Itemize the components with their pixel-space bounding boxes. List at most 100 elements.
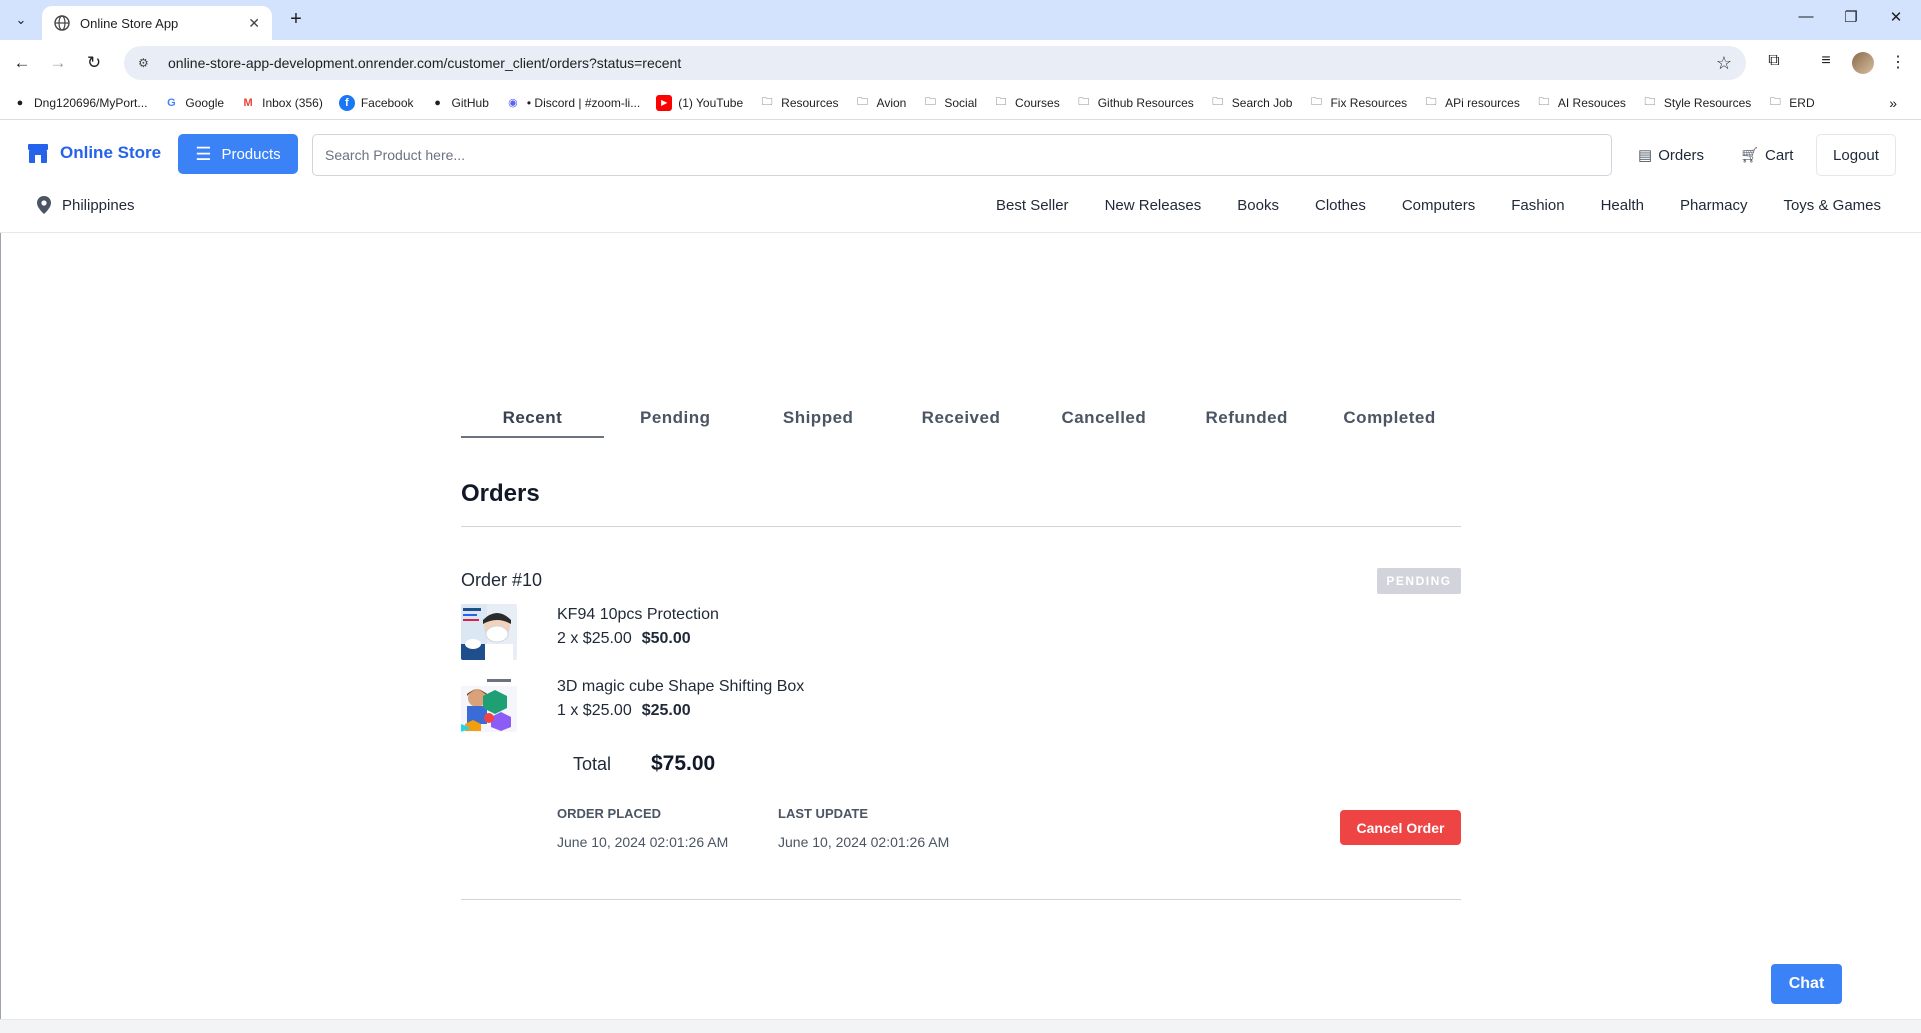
item-subtotal: $50.00 (641, 630, 691, 647)
address-bar[interactable]: ⚙ online-store-app-development.onrender.… (124, 46, 1746, 80)
tab-completed[interactable]: Completed (1318, 400, 1461, 438)
product-image-cube[interactable] (461, 676, 517, 732)
product-qty-price: 1 x $25.00 $25.00 (557, 702, 691, 720)
close-window-icon[interactable]: ✕ (1881, 8, 1911, 26)
tab-cancelled[interactable]: Cancelled (1032, 400, 1175, 438)
bookmark-folder[interactable]: 🗀 Social (922, 95, 977, 111)
bookmark-folder[interactable]: 🗀 Courses (993, 95, 1060, 111)
reload-icon[interactable]: ↻ (82, 51, 106, 75)
bookmark-folder[interactable]: 🗀 Search Job (1210, 95, 1292, 111)
category-toys-games[interactable]: Toys & Games (1783, 197, 1881, 214)
bookmarks-bar: ● Dng120696/MyPort... G Google M Inbox (356… (0, 86, 1921, 120)
folder-icon: 🗀 (1212, 96, 1224, 108)
category-clothes[interactable]: Clothes (1315, 197, 1366, 214)
folder-icon: 🗀 (924, 96, 936, 108)
bookmark-label: Facebook (360, 95, 414, 110)
bookmark-label: ERD (1789, 95, 1815, 110)
cart-link-label: Cart (1765, 146, 1794, 164)
new-tab-icon[interactable]: + (284, 8, 308, 31)
page-title: Orders (461, 480, 540, 507)
last-update-value: June 10, 2024 02:01:26 AM (778, 834, 950, 850)
extensions-icon[interactable]: ⧉ (1762, 52, 1786, 70)
bookmark-item[interactable]: M Inbox (356) (240, 95, 323, 111)
bookmark-item[interactable]: G Google (163, 95, 224, 111)
restore-icon[interactable]: ❐ (1836, 8, 1866, 26)
back-icon[interactable]: ← (10, 51, 34, 75)
close-tab-icon[interactable]: ✕ (248, 15, 260, 32)
bookmark-folder[interactable]: 🗀 ERD (1767, 95, 1815, 111)
category-computers[interactable]: Computers (1402, 197, 1475, 214)
minimize-icon[interactable]: — (1791, 8, 1821, 25)
location-selector[interactable]: Philippines (36, 196, 135, 214)
bookmark-folder[interactable]: 🗀 Style Resources (1642, 95, 1751, 111)
bookmark-label: AI Resouces (1557, 95, 1626, 110)
cart-link[interactable]: 🛒︎ Cart (1740, 146, 1794, 165)
bookmark-label: Style Resources (1663, 95, 1752, 110)
orders-link[interactable]: ▤ Orders (1638, 146, 1704, 165)
cart-icon: 🛒︎ (1740, 147, 1760, 164)
browser-tab[interactable]: Online Store App ✕ (42, 6, 272, 40)
folder-icon: 🗀 (1078, 96, 1090, 108)
category-new-releases[interactable]: New Releases (1105, 197, 1202, 214)
bookmark-star-icon[interactable]: ☆ (1716, 53, 1732, 74)
bookmark-label: Github Resources (1097, 95, 1194, 110)
bookmark-label: Dng120696/MyPort... (34, 95, 148, 110)
qty-price-text: 1 x $25.00 (557, 702, 632, 719)
logout-button[interactable]: Logout (1816, 134, 1896, 176)
folder-icon: 🗀 (761, 96, 773, 108)
bookmark-folder[interactable]: 🗀 APi resources (1423, 95, 1520, 111)
more-menu-icon[interactable]: ⋮ (1886, 52, 1910, 72)
folder-icon: 🗀 (995, 96, 1007, 108)
category-books[interactable]: Books (1237, 197, 1279, 214)
gmail-icon: M (243, 96, 253, 109)
category-best-seller[interactable]: Best Seller (996, 197, 1069, 214)
forward-icon[interactable]: → (46, 51, 70, 75)
bookmark-folder[interactable]: 🗀 Avion (855, 95, 907, 111)
category-fashion[interactable]: Fashion (1511, 197, 1564, 214)
tab-refunded[interactable]: Refunded (1175, 400, 1318, 438)
profile-avatar[interactable] (1852, 52, 1874, 74)
product-qty-price: 2 x $25.00 $50.00 (557, 630, 691, 648)
bookmark-folder[interactable]: 🗀 Github Resources (1076, 95, 1194, 111)
cancel-order-button[interactable]: Cancel Order (1340, 810, 1461, 845)
product-image-mask[interactable] (461, 604, 517, 660)
media-icon[interactable]: ≡ (1814, 52, 1838, 70)
github-icon: ● (16, 96, 24, 109)
product-name[interactable]: 3D magic cube Shape Shifting Box (557, 678, 804, 696)
bookmark-item[interactable]: ● Dng120696/MyPort... (12, 95, 148, 111)
order-item: 3D magic cube Shape Shifting Box 1 x $25… (461, 676, 1261, 734)
site-info-icon[interactable]: ⚙ (138, 56, 156, 70)
bookmark-folder[interactable]: 🗀 AI Resouces (1536, 95, 1626, 111)
github-icon: ● (434, 96, 441, 109)
search-input[interactable] (312, 134, 1612, 176)
bookmark-label: APi resources (1445, 95, 1520, 110)
bookmark-item[interactable]: ▶ (1) YouTube (656, 94, 743, 111)
chat-button[interactable]: Chat (1771, 964, 1842, 1004)
category-pharmacy[interactable]: Pharmacy (1680, 197, 1748, 214)
tab-received[interactable]: Received (890, 400, 1033, 438)
page-bottom-edge (0, 1019, 1921, 1033)
product-name[interactable]: KF94 10pcs Protection (557, 606, 719, 624)
bookmark-item[interactable]: ● GitHub (430, 95, 489, 111)
category-health[interactable]: Health (1601, 197, 1644, 214)
bookmark-label: Google (185, 95, 225, 110)
tab-pending[interactable]: Pending (604, 400, 747, 438)
qty-price-text: 2 x $25.00 (557, 630, 632, 647)
tab-recent[interactable]: Recent (461, 400, 604, 438)
folder-icon: 🗀 (1644, 96, 1656, 108)
bookmark-item[interactable]: ◉ • Discord | #zoom-li... (505, 95, 640, 111)
bookmark-label: Inbox (356) (262, 95, 323, 110)
tab-shipped[interactable]: Shipped (747, 400, 890, 438)
products-button[interactable]: ☰ Products (178, 134, 298, 174)
bookmark-folder[interactable]: 🗀 Fix Resources (1308, 95, 1407, 111)
discord-icon: ◉ (508, 97, 518, 109)
bookmark-label: Avion (876, 95, 907, 110)
divider (461, 526, 1461, 527)
tab-search-icon[interactable]: ⌄ (8, 8, 34, 32)
store-icon (28, 144, 48, 163)
more-bookmarks-icon[interactable]: » (1889, 95, 1897, 111)
bookmark-folder[interactable]: 🗀 Resources (759, 95, 839, 111)
brand-logo[interactable]: Online Store (26, 142, 161, 164)
bookmark-item[interactable]: f Facebook (338, 94, 414, 111)
folder-icon: 🗀 (1310, 96, 1322, 108)
